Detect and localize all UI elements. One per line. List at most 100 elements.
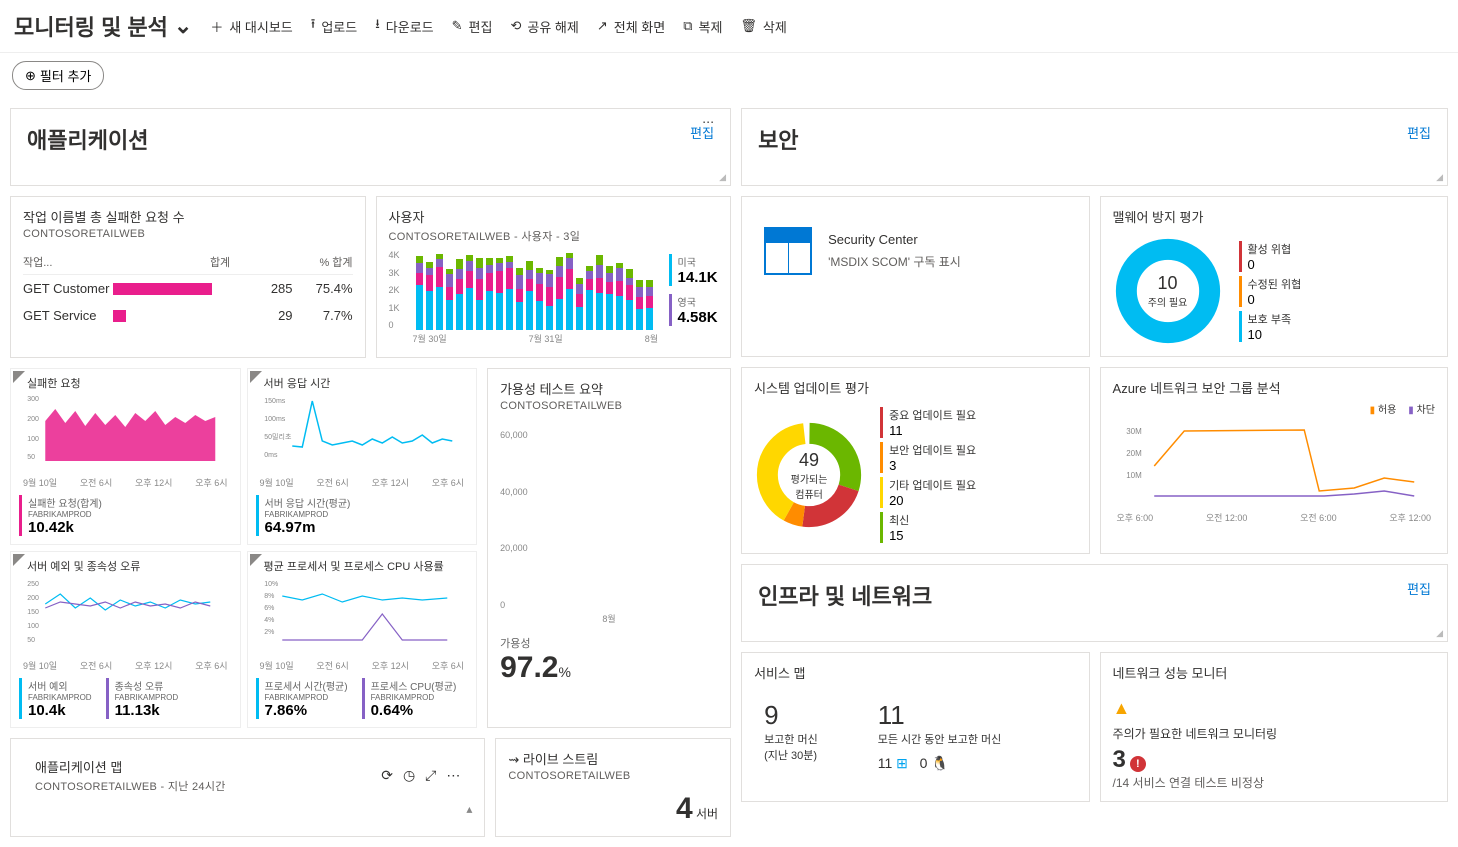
donut-label: 평가되는 컴퓨터 xyxy=(791,471,828,501)
users-legend: 미국 14.1K 영국 4.58K xyxy=(669,250,718,330)
new-dashboard-button[interactable]: ＋새 대시보드 xyxy=(210,17,292,36)
stat-sub: FABRIKAMPROD xyxy=(115,693,179,702)
tile-title: ⇝ 라이브 스트림 xyxy=(508,749,718,768)
kv-label: 활성 위협 xyxy=(1248,241,1302,257)
stat-value: 10.42k xyxy=(28,519,102,536)
chevron-down-icon: ⌄ xyxy=(174,13,192,39)
svg-text:100: 100 xyxy=(27,436,39,443)
tile-nsg-analysis[interactable]: Azure 네트워크 보안 그룹 분석 ▮ 허용 ▮ 차단 30M20M10M … xyxy=(1100,367,1448,554)
tile-availability[interactable]: 가용성 테스트 요약 CONTOSORETAILWEB 60,00040,000… xyxy=(487,368,731,728)
add-filter-button[interactable]: ⊕ 필터 추가 xyxy=(12,61,104,90)
donut-value: 10 xyxy=(1158,273,1178,294)
section-title: 인프라 및 네트워크 xyxy=(758,579,932,611)
tile-failed-requests-table[interactable]: 작업 이름별 총 실패한 요청 수 CONTOSORETAILWEB 작업...… xyxy=(10,196,366,358)
unshare-button[interactable]: ⟲공유 해제 xyxy=(510,17,578,36)
kv-value: 10 xyxy=(1248,327,1302,342)
resize-handle-icon[interactable]: ◢ xyxy=(1436,628,1443,639)
pin-icon xyxy=(250,554,262,566)
line-chart: 150ms100ms50밀리초0ms xyxy=(256,391,469,471)
pencil-icon: ✎ xyxy=(452,18,463,34)
upload-icon: ⭱ xyxy=(311,15,316,37)
tile-subtitle: CONTOSORETAILWEB xyxy=(23,228,353,240)
section-title: 보안 xyxy=(758,123,798,155)
metric-sub: (지난 30분) xyxy=(764,747,818,763)
tile-server-response-time[interactable]: 서버 응답 시간 150ms100ms50밀리초0ms 9월 10일오전 6시오… xyxy=(247,368,478,545)
svg-text:4%: 4% xyxy=(264,617,274,624)
tile-users-chart[interactable]: 사용자 CONTOSORETAILWEB - 사용자 - 3일 4K3K2K1K… xyxy=(376,196,732,358)
edit-section-link[interactable]: 편집 xyxy=(1407,579,1431,598)
expand-icon[interactable]: ⤢ xyxy=(425,767,436,784)
edit-section-link[interactable]: 편집 xyxy=(1407,123,1431,142)
donut-label: 주의 필요 xyxy=(1148,294,1188,309)
fullscreen-label: 전체 화면 xyxy=(614,17,665,36)
tile-system-update[interactable]: 시스템 업데이트 평가 49평가되는 컴퓨터 중요 업데이트 필요11 xyxy=(741,367,1089,554)
tile-failed-requests-chart[interactable]: 실패한 요청 30020010050 9월 10일오전 6시오후 12시오후 6… xyxy=(10,368,241,545)
pin-icon xyxy=(250,371,262,383)
metric-value: 11 xyxy=(878,700,1002,731)
sec-title: Security Center xyxy=(828,232,961,247)
pin-icon xyxy=(13,554,25,566)
donut-chart: 49평가되는 컴퓨터 xyxy=(754,420,864,530)
download-button[interactable]: ⭳다운로드 xyxy=(375,15,433,37)
section-applications: ⋯ 애플리케이션 편집 ◢ xyxy=(10,108,731,186)
tile-network-perf[interactable]: 네트워크 성능 모니터 ▲ 주의가 필요한 네트워크 모니터링 3! /14 서… xyxy=(1100,652,1448,802)
kv-label: 기타 업데이트 필요 xyxy=(889,477,976,493)
more-icon[interactable]: ⋯ xyxy=(702,115,716,129)
upload-label: 업로드 xyxy=(321,17,357,36)
kv-value: 3 xyxy=(889,458,976,473)
scroll-up-icon[interactable]: ▴ xyxy=(23,802,472,816)
kv-value: 0 xyxy=(1248,257,1302,272)
svg-text:300: 300 xyxy=(27,396,39,403)
stat-label: 종속성 오류 xyxy=(115,678,179,693)
donut-chart: 10주의 필요 xyxy=(1113,236,1223,346)
table-row[interactable]: GET Service 29 7.7% xyxy=(23,302,353,329)
tile-application-map[interactable]: 애플리케이션 맵 CONTOSORETAILWEB - 지난 24시간 ⟳ ◷ … xyxy=(10,738,485,837)
tile-subtitle: CONTOSORETAILWEB xyxy=(508,770,718,782)
trash-icon: 🗑 xyxy=(740,18,757,34)
tile-title: 서버 예외 및 종속성 오류 xyxy=(27,558,232,574)
windows-icon: ⊞ xyxy=(896,755,908,771)
table-row[interactable]: GET Customer 285 75.4% xyxy=(23,275,353,302)
tile-service-map[interactable]: 서비스 맵 9 보고한 머신 (지난 30분) 11 모든 시간 동안 보고한 … xyxy=(741,652,1089,802)
linux-count: 0 xyxy=(920,755,928,771)
filter-add-icon: ⊕ xyxy=(25,68,36,84)
tile-cpu-usage[interactable]: 평균 프로세서 및 프로세스 CPU 사용률 10%8%6%4%2% 9월 10… xyxy=(247,551,478,728)
svg-text:250: 250 xyxy=(27,581,39,588)
clone-button[interactable]: ⧉복제 xyxy=(683,17,722,36)
pin-icon xyxy=(13,371,25,383)
section-title: 애플리케이션 xyxy=(27,123,148,155)
tile-live-stream[interactable]: ⇝ 라이브 스트림 CONTOSORETAILWEB 4 서버 xyxy=(495,738,731,837)
stat-sub: FABRIKAMPROD xyxy=(28,510,102,519)
donut-value: 49 xyxy=(799,450,819,471)
tile-antimalware[interactable]: 맬웨어 방지 평가 10주의 필요 활성 위협0 수정된 위협0 보호 부족10 xyxy=(1100,196,1448,357)
refresh-icon[interactable]: ⟳ xyxy=(381,767,393,784)
tile-title: 시스템 업데이트 평가 xyxy=(754,378,1076,397)
svg-text:10%: 10% xyxy=(264,581,278,588)
tile-server-exceptions[interactable]: 서버 예외 및 종속성 오류 25020015010050 9월 10일오전 6… xyxy=(10,551,241,728)
more-icon[interactable]: ⋯ xyxy=(446,767,460,784)
col-total: 합계 xyxy=(210,254,293,270)
edit-button[interactable]: ✎편집 xyxy=(452,17,493,36)
fullscreen-button[interactable]: ↗ 전체 화면 xyxy=(597,17,665,36)
resize-handle-icon[interactable]: ◢ xyxy=(1436,172,1443,183)
row-count: 285 xyxy=(253,281,293,296)
tile-security-center[interactable]: Security Center 'MSDIX SCOM' 구독 표시 xyxy=(741,196,1089,357)
bar-fill xyxy=(113,283,212,295)
stat-sub: FABRIKAMPROD xyxy=(371,693,457,702)
stat-label: 프로세스 CPU(평균) xyxy=(371,678,457,693)
tile-title: 평균 프로세서 및 프로세스 CPU 사용률 xyxy=(264,558,469,574)
tile-title: 사용자 xyxy=(389,207,719,226)
clock-icon[interactable]: ◷ xyxy=(403,767,415,784)
tile-title: Azure 네트워크 보안 그룹 분석 xyxy=(1113,378,1435,397)
resize-handle-icon[interactable]: ◢ xyxy=(719,172,726,183)
dashboard-title-dropdown[interactable]: 모니터링 및 분석 ⌄ xyxy=(14,10,192,42)
delete-button[interactable]: 🗑삭제 xyxy=(740,17,786,36)
svg-text:200: 200 xyxy=(27,595,39,602)
upload-button[interactable]: ⭱ 업로드 xyxy=(311,15,357,37)
fullscreen-icon: ↗ xyxy=(597,18,608,34)
availability-value: 97.2% xyxy=(500,651,718,685)
svg-text:100: 100 xyxy=(27,623,39,630)
legend-value: 14.1K xyxy=(678,269,718,286)
new-dashboard-label: 새 대시보드 xyxy=(229,17,292,36)
metric-label: 보고한 머신 xyxy=(764,731,818,747)
